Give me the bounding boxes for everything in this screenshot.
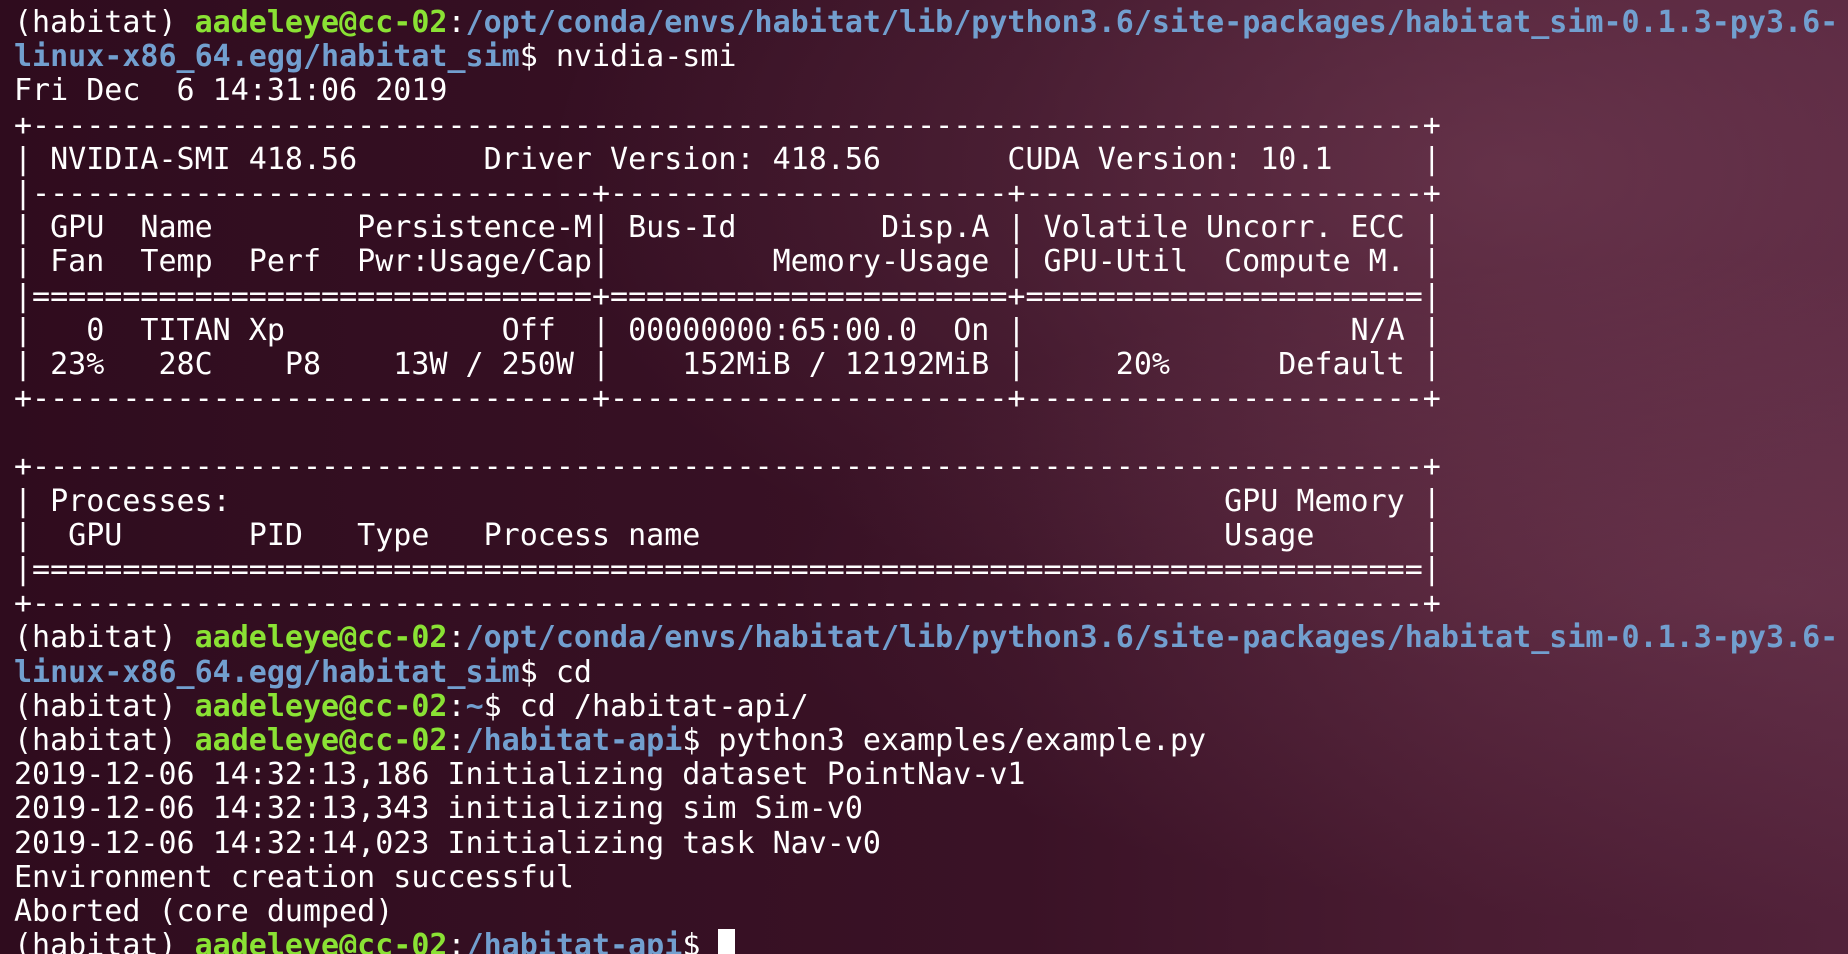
- prompt-colon: :: [447, 722, 466, 758]
- command-text: python3 examples/example.py: [700, 722, 1207, 758]
- prompt-user-host: aadeleye@cc-02: [194, 620, 448, 656]
- prompt-path: /opt/conda/envs/habitat/lib/python3.6/si…: [465, 620, 1839, 656]
- output-line: | Processes: GPU Memory |: [14, 483, 1441, 519]
- prompt-line: (habitat) aadeleye@cc-02:/opt/conda/envs…: [14, 621, 1848, 689]
- prompt-env: (habitat): [14, 620, 177, 656]
- prompt-env: (habitat): [14, 722, 177, 758]
- command-text: nvidia-smi: [537, 39, 737, 75]
- output-line: +---------------------------------------…: [14, 449, 1441, 485]
- prompt-dollar: $: [682, 928, 701, 954]
- output-line: +-------------------------------+-------…: [14, 381, 1441, 417]
- prompt-env: (habitat): [14, 688, 177, 724]
- output-line: |===============================+=======…: [14, 278, 1441, 314]
- prompt-user-host: aadeleye@cc-02: [194, 5, 448, 40]
- output-line: | GPU Name Persistence-M| Bus-Id Disp.A …: [14, 210, 1441, 246]
- prompt-line: (habitat) aadeleye@cc-02:/habitat-api$: [14, 928, 1848, 954]
- prompt-colon: :: [447, 688, 466, 724]
- command-text: [700, 928, 718, 954]
- text-cursor[interactable]: [718, 929, 736, 954]
- prompt-line: (habitat) aadeleye@cc-02:/opt/conda/envs…: [14, 5, 1848, 74]
- prompt-path: /opt/conda/envs/habitat/lib/python3.6/si…: [465, 5, 1839, 40]
- output-line: Fri Dec 6 14:31:06 2019: [14, 73, 448, 109]
- terminal-window[interactable]: (habitat) aadeleye@cc-02:/opt/conda/envs…: [0, 0, 1848, 954]
- output-line: Aborted (core dumped): [14, 893, 394, 929]
- prompt-dollar: $: [519, 654, 538, 690]
- prompt-dollar: $: [483, 688, 502, 724]
- prompt-path: linux-x86_64.egg/habitat_sim: [14, 654, 520, 690]
- output-line: | NVIDIA-SMI 418.56 Driver Version: 418.…: [14, 141, 1441, 177]
- prompt-user-host: aadeleye@cc-02: [194, 722, 448, 758]
- prompt-user-host: aadeleye@cc-02: [194, 688, 448, 724]
- prompt-line-part: (habitat) aadeleye@cc-02:/opt/conda/envs…: [14, 621, 1848, 655]
- prompt-dollar: $: [519, 39, 538, 75]
- output-line: | Fan Temp Perf Pwr:Usage/Cap| Memory-Us…: [14, 244, 1441, 280]
- prompt-user-host: aadeleye@cc-02: [194, 928, 448, 954]
- prompt-env: (habitat): [14, 928, 177, 954]
- output-line: Environment creation successful: [14, 859, 574, 895]
- output-line: 2019-12-06 14:32:13,186 Initializing dat…: [14, 757, 1026, 793]
- prompt-colon: :: [447, 5, 466, 40]
- prompt-line-part: (habitat) aadeleye@cc-02:/opt/conda/envs…: [14, 5, 1848, 40]
- prompt-path: linux-x86_64.egg/habitat_sim: [14, 39, 520, 75]
- command-text: cd /habitat-api/: [501, 688, 809, 724]
- output-line: |-------------------------------+-------…: [14, 175, 1441, 211]
- output-line: +---------------------------------------…: [14, 107, 1441, 143]
- prompt-line-part: linux-x86_64.egg/habitat_sim$ nvidia-smi: [14, 40, 1848, 74]
- prompt-path: ~: [465, 688, 484, 724]
- prompt-colon: :: [447, 620, 466, 656]
- prompt-path: /habitat-api: [465, 928, 683, 954]
- prompt-path: /habitat-api: [465, 722, 683, 758]
- output-line: 2019-12-06 14:32:13,343 initializing sim…: [14, 791, 863, 827]
- command-text: cd: [537, 654, 592, 690]
- prompt-line: (habitat) aadeleye@cc-02:/habitat-api$ p…: [14, 722, 1848, 758]
- output-line: | GPU PID Type Process name Usage |: [14, 517, 1441, 553]
- prompt-line-part: linux-x86_64.egg/habitat_sim$ cd: [14, 654, 1848, 690]
- output-line: |=======================================…: [14, 552, 1441, 587]
- prompt-line: (habitat) aadeleye@cc-02:~$ cd /habitat-…: [14, 688, 1848, 724]
- prompt-dollar: $: [682, 722, 701, 758]
- output-line: 2019-12-06 14:32:14,023 Initializing tas…: [14, 825, 881, 861]
- output-line: | 0 TITAN Xp Off | 00000000:65:00.0 On |…: [14, 312, 1441, 348]
- prompt-env: (habitat): [14, 5, 177, 40]
- output-line: | 23% 28C P8 13W / 250W | 152MiB / 12192…: [14, 346, 1441, 382]
- prompt-colon: :: [447, 928, 466, 954]
- output-line: +---------------------------------------…: [14, 586, 1441, 622]
